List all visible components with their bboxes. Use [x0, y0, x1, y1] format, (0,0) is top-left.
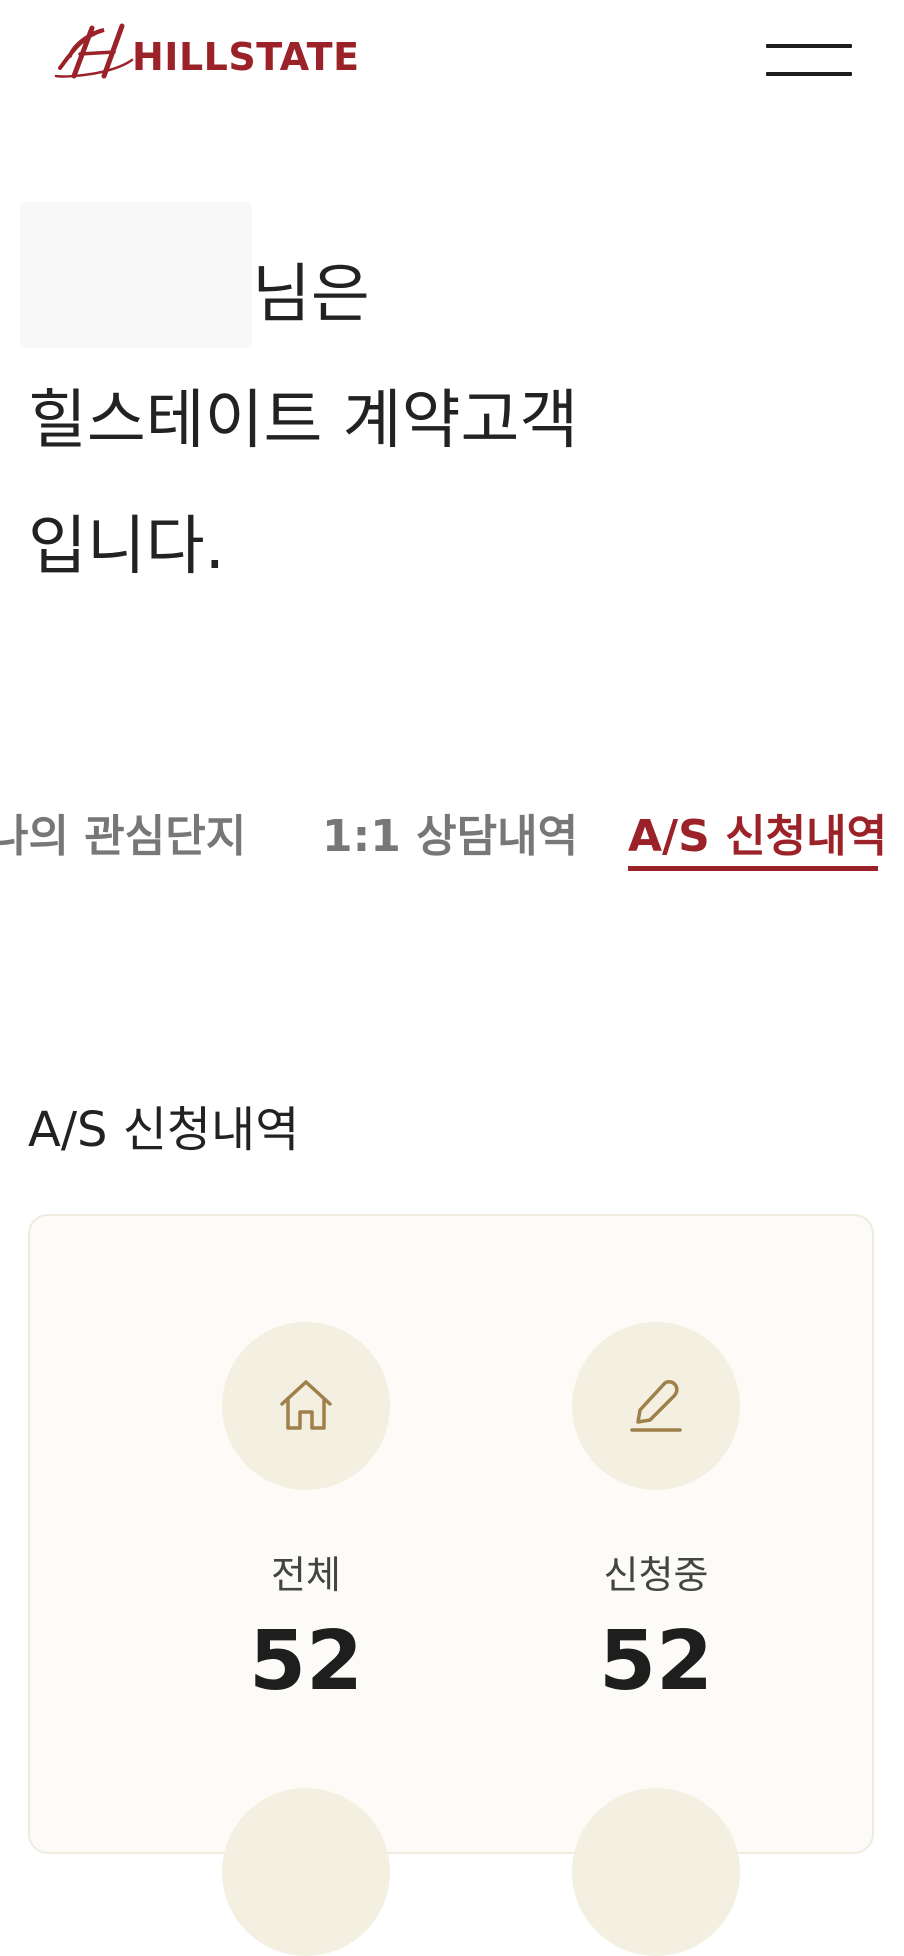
- stat-next-1[interactable]: [156, 1788, 456, 1956]
- menu-bar-bottom: [766, 72, 852, 76]
- stat-icon-circle: [572, 1788, 740, 1956]
- greeting-line-2: 힐스테이트 계약고객: [28, 384, 579, 458]
- tab-interest-complexes[interactable]: 나의 관심단지: [0, 800, 246, 864]
- stat-value: 52: [248, 1614, 364, 1709]
- stat-label: 전체: [271, 1553, 341, 1597]
- mypage-tabs: 나의 관심단지 1:1 상담내역 A/S 신청내역: [0, 780, 904, 876]
- active-tab-indicator: [628, 866, 878, 871]
- stat-icon-circle: [222, 1788, 390, 1956]
- customer-greeting: 님은 힐스테이트 계약고객 입니다.: [20, 202, 579, 610]
- stat-total[interactable]: 전체 52: [156, 1322, 456, 1703]
- greeting-name-suffix: 님은: [252, 258, 370, 332]
- logo-mark-icon: [54, 23, 134, 79]
- logo-text: HILLSTATE: [132, 35, 360, 79]
- section-title: A/S 신청내역: [28, 1102, 300, 1158]
- greeting-line-3: 입니다.: [28, 510, 225, 584]
- app-header: HILLSTATE: [0, 0, 904, 110]
- hillstate-logo[interactable]: HILLSTATE: [52, 22, 360, 82]
- greeting-line-1: 님은: [20, 202, 578, 358]
- tab-as-requests[interactable]: A/S 신청내역: [628, 800, 887, 864]
- stat-in-progress[interactable]: 신청중 52: [506, 1322, 806, 1703]
- hamburger-menu-icon[interactable]: [766, 38, 852, 82]
- stat-next-2[interactable]: [506, 1788, 806, 1956]
- house-icon: [280, 1380, 332, 1430]
- stat-icon-circle: [572, 1322, 740, 1490]
- stat-label: 신청중: [603, 1553, 709, 1597]
- tab-consultation-history[interactable]: 1:1 상담내역: [322, 800, 578, 864]
- menu-bar-top: [766, 44, 852, 48]
- pencil-icon: [630, 1380, 682, 1432]
- masked-customer-name: [20, 202, 252, 348]
- stat-value: 52: [598, 1614, 714, 1709]
- as-summary-card: 전체 52 신청중 52: [28, 1214, 874, 1956]
- stat-icon-circle: [222, 1322, 390, 1490]
